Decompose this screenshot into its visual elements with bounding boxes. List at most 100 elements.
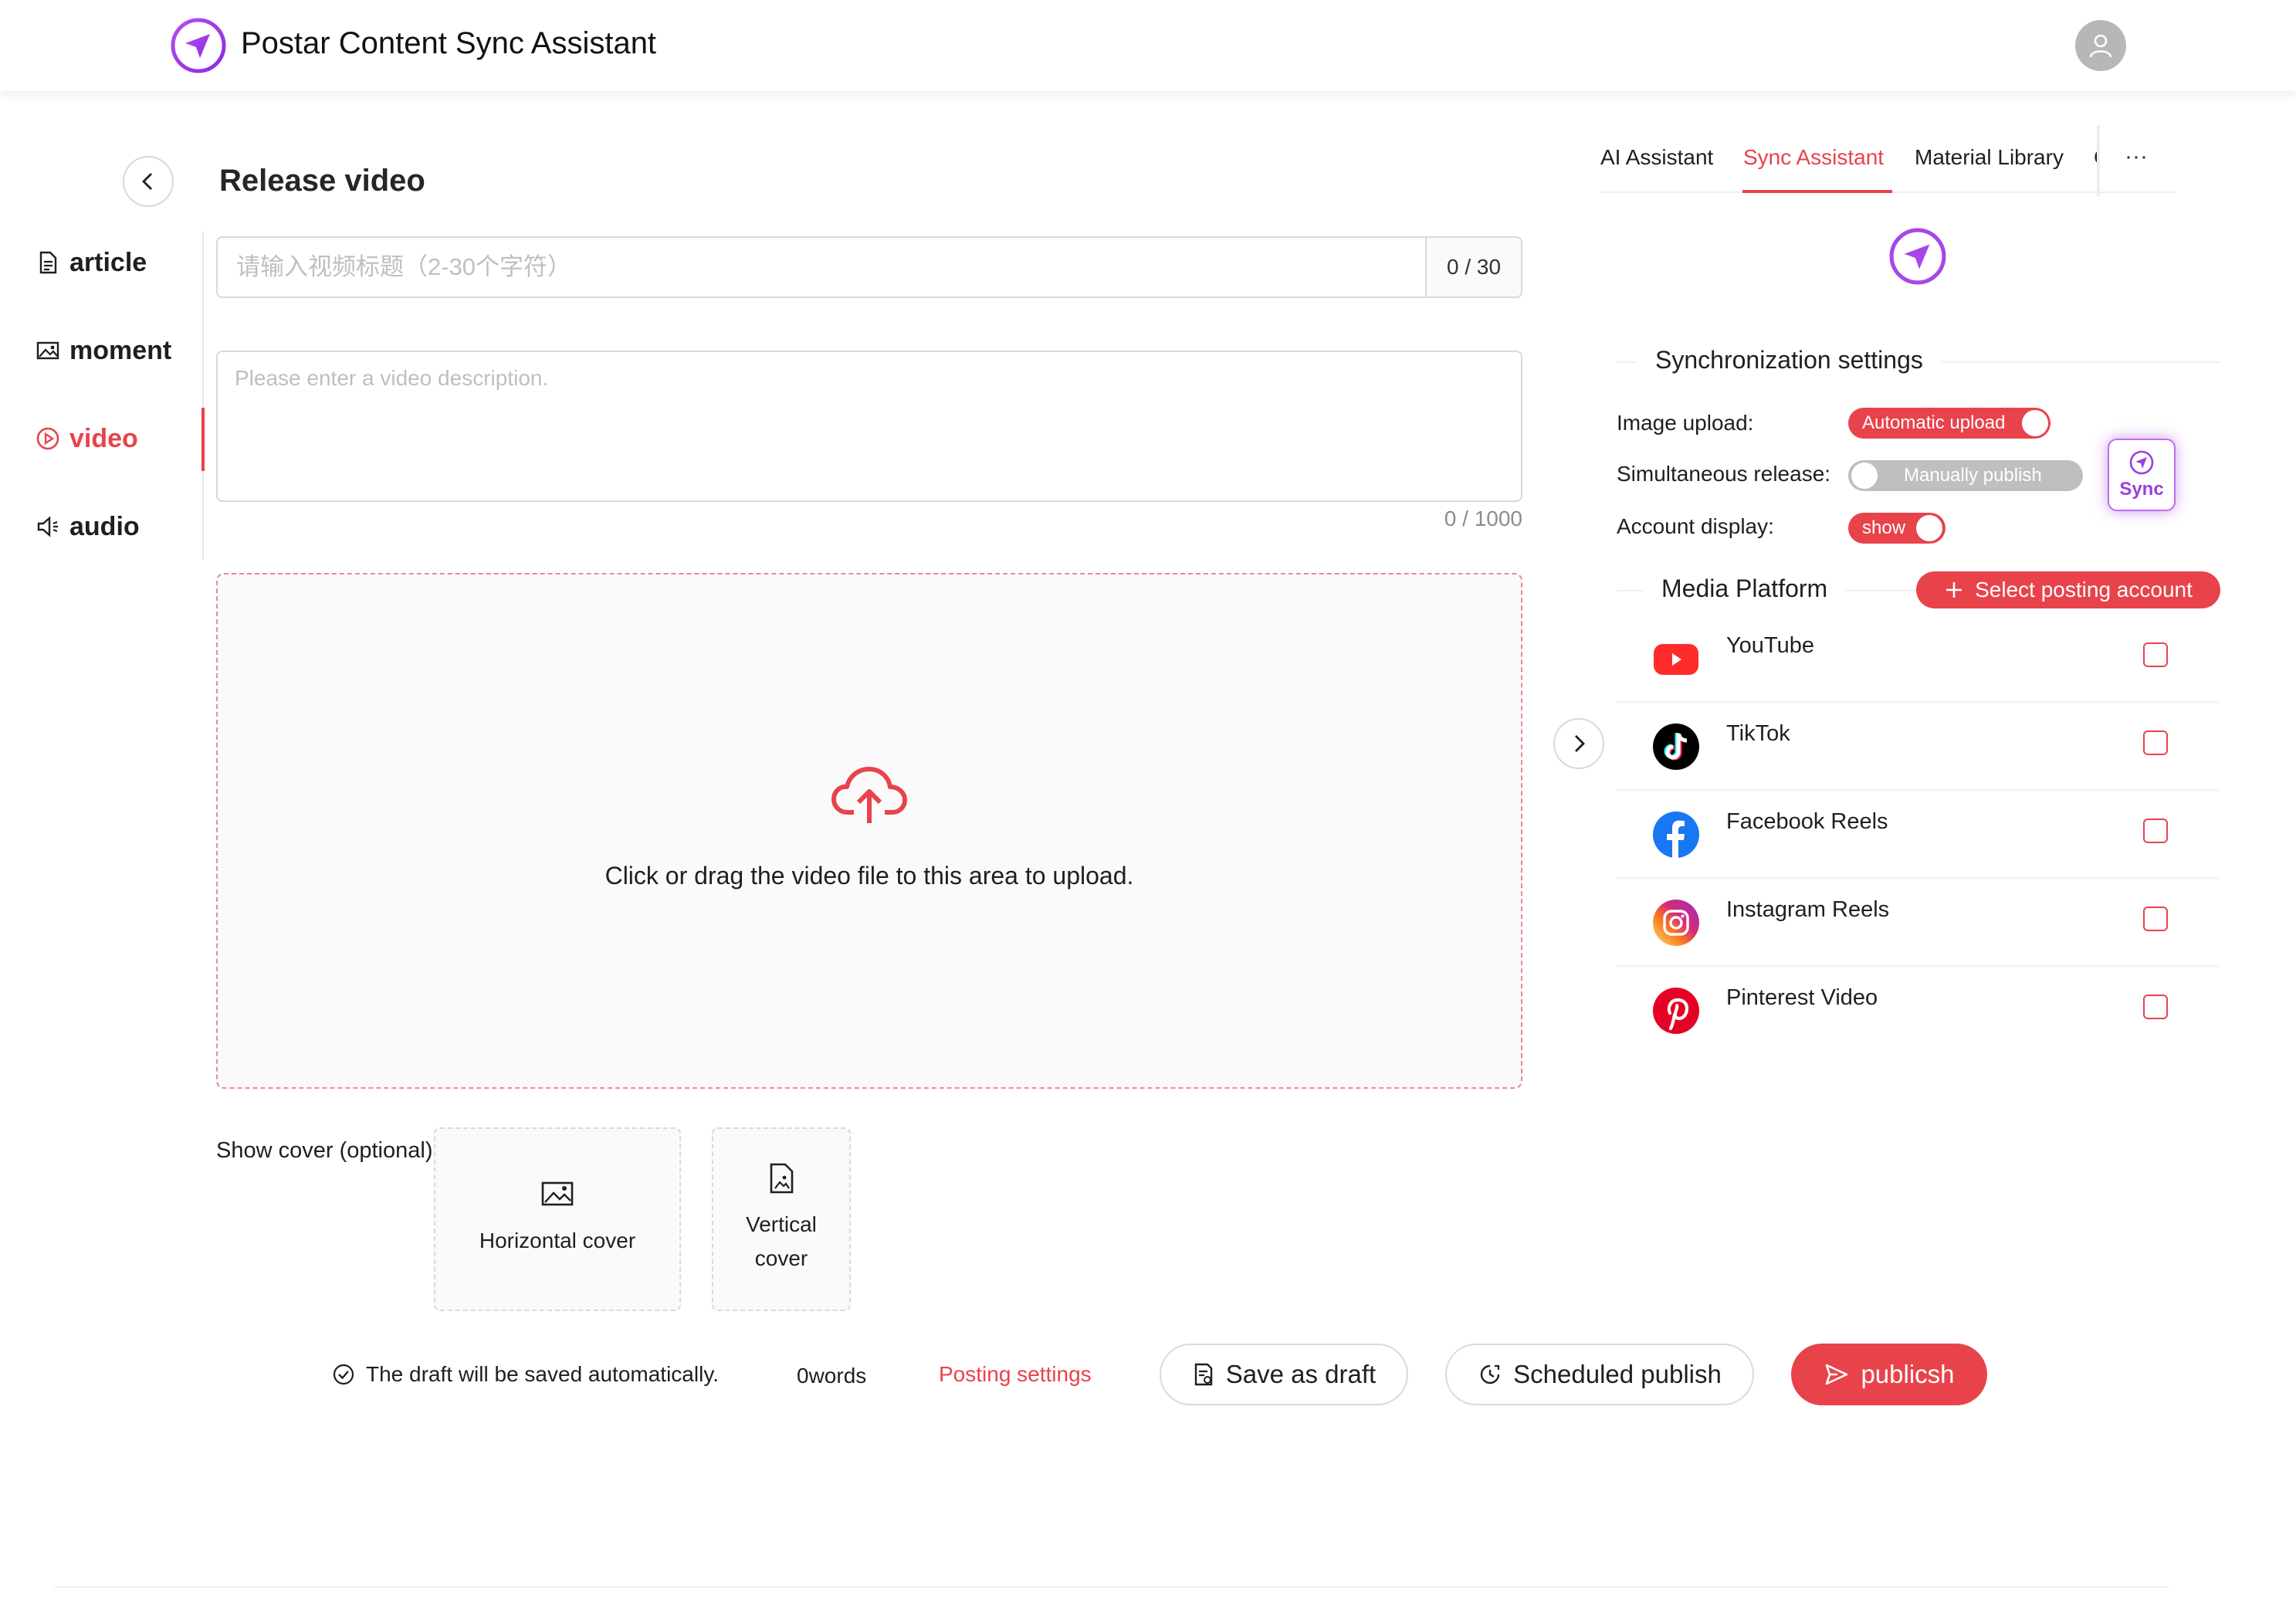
- tab-sync-assistant[interactable]: Sync Assistant: [1743, 145, 1884, 170]
- platform-row-tiktok[interactable]: TikTok: [1617, 703, 2219, 791]
- sidebar-item-audio[interactable]: audio: [36, 503, 140, 550]
- instagram-icon: [1653, 900, 1699, 946]
- platform-checkbox[interactable]: [2143, 642, 2168, 667]
- check-circle-icon: [333, 1364, 354, 1385]
- expand-panel-button[interactable]: [1553, 718, 1604, 769]
- back-button[interactable]: [123, 156, 174, 207]
- select-posting-account-button[interactable]: Select posting account: [1916, 571, 2220, 608]
- video-upload-dropzone[interactable]: [216, 573, 1522, 1089]
- video-description-field[interactable]: [216, 351, 1522, 502]
- chevron-right-icon: [1575, 735, 1585, 752]
- platform-row-youtube[interactable]: YouTube: [1617, 615, 2219, 703]
- paper-plane-icon: [1889, 228, 1946, 285]
- bottom-divider: [54, 1586, 2169, 1588]
- sidebar-item-label: article: [69, 247, 147, 277]
- description-char-count: 0 / 1000: [1444, 507, 1522, 530]
- title-char-count: 0 / 30: [1425, 238, 1521, 297]
- platform-name: YouTube: [1726, 633, 1814, 658]
- cloud-upload-icon[interactable]: [831, 764, 908, 826]
- upload-hint: Click or drag the video file to this are…: [604, 862, 1134, 890]
- video-title-input[interactable]: [218, 238, 1428, 297]
- more-tabs-button[interactable]: ···: [2125, 144, 2148, 170]
- video-title-field[interactable]: 0 / 30: [216, 236, 1522, 298]
- vertical-cover-upload[interactable]: Vertical cover: [712, 1127, 851, 1311]
- simultaneous-release-label: Simultaneous release:: [1617, 462, 1831, 486]
- cover-label: Show cover (optional): [216, 1138, 433, 1163]
- platform-name: Facebook Reels: [1726, 809, 1888, 834]
- horizontal-cover-upload[interactable]: Horizontal cover: [434, 1127, 681, 1311]
- vertical-cover-label-1: Vertical: [746, 1212, 817, 1236]
- tab-material-library[interactable]: Material Library: [1915, 145, 2064, 170]
- play-circle-icon: [36, 427, 59, 450]
- save-draft-label: Save as draft: [1225, 1360, 1377, 1388]
- app-title: Postar Content Sync Assistant: [241, 26, 657, 60]
- toggle-knob: [2022, 410, 2048, 436]
- account-display-toggle[interactable]: show: [1848, 513, 1946, 544]
- posting-settings-link[interactable]: Posting settings: [939, 1362, 1092, 1387]
- save-draft-button[interactable]: Save as draft: [1160, 1344, 1408, 1405]
- sidebar-item-moment[interactable]: moment: [36, 327, 171, 374]
- platform-name: Instagram Reels: [1726, 897, 1890, 922]
- platform-row-instagram-reels[interactable]: Instagram Reels: [1617, 879, 2219, 967]
- image-upload-toggle[interactable]: Automatic upload: [1848, 408, 2050, 439]
- platform-row-pinterest-video[interactable]: Pinterest Video: [1617, 967, 2219, 1055]
- speaker-icon: [37, 516, 58, 537]
- platform-checkbox[interactable]: [2143, 818, 2168, 843]
- simultaneous-release-toggle[interactable]: Manually publish: [1848, 460, 2083, 491]
- account-display-label: Account display:: [1617, 514, 1774, 538]
- sidebar-item-label: video: [69, 423, 138, 453]
- publish-button[interactable]: publicsh: [1791, 1344, 1987, 1405]
- scheduled-publish-button[interactable]: Scheduled publish: [1445, 1344, 1754, 1405]
- select-account-label: Select posting account: [1975, 578, 2193, 602]
- image-file-icon: [770, 1163, 794, 1194]
- auto-save-text: The draft will be saved automatically.: [366, 1362, 720, 1386]
- auto-save-status: The draft will be saved automatically.: [332, 1362, 719, 1387]
- platform-row-facebook-reels[interactable]: Facebook Reels: [1617, 791, 2219, 879]
- sidebar-active-indicator: [201, 408, 205, 471]
- pinterest-icon: [1653, 988, 1699, 1034]
- video-description-input[interactable]: [218, 352, 1521, 500]
- scheduled-publish-label: Scheduled publish: [1513, 1360, 1722, 1388]
- platform-name: TikTok: [1726, 721, 1790, 746]
- sync-label: Sync: [2119, 479, 2164, 500]
- sidebar-item-video[interactable]: video: [36, 415, 138, 462]
- horizontal-cover-label: Horizontal cover: [479, 1229, 636, 1252]
- active-tab-underline: [1742, 190, 1892, 193]
- page-title: Release video: [219, 164, 425, 198]
- toggle-knob: [1851, 463, 1878, 489]
- toggle-label: show: [1862, 517, 1906, 538]
- platform-checkbox[interactable]: [2143, 995, 2168, 1019]
- send-icon: [1826, 1364, 1848, 1385]
- sidebar-divider: [202, 232, 204, 560]
- toggle-label: Automatic upload: [1862, 412, 2006, 433]
- chevron-left-icon: [142, 173, 152, 190]
- plus-icon: [1946, 582, 1962, 598]
- image-icon: [541, 1181, 574, 1206]
- paper-plane-icon[interactable]: [170, 17, 227, 74]
- image-upload-label: Image upload:: [1617, 411, 1754, 435]
- media-platform-title: Media Platform: [1643, 574, 1847, 603]
- tab-separator: [2097, 125, 2100, 196]
- draft-icon: [1194, 1363, 1212, 1386]
- facebook-icon: [1653, 812, 1699, 858]
- paper-plane-icon: [2129, 450, 2154, 475]
- sidebar-item-label: moment: [69, 335, 172, 365]
- sync-settings-title: Synchronization settings: [1637, 346, 1942, 374]
- tab-ai-assistant[interactable]: AI Assistant: [1600, 145, 1713, 170]
- platform-checkbox[interactable]: [2143, 730, 2168, 755]
- publish-label: publicsh: [1861, 1360, 1955, 1388]
- toggle-knob: [1916, 515, 1942, 541]
- clock-icon: [1480, 1364, 1500, 1384]
- sidebar-item-label: audio: [69, 511, 140, 541]
- sidebar-item-article[interactable]: article: [36, 239, 147, 286]
- vertical-cover-label-2: cover: [754, 1246, 808, 1270]
- user-icon: [2089, 34, 2112, 58]
- platform-name: Pinterest Video: [1726, 985, 1878, 1010]
- youtube-icon: [1654, 644, 1698, 675]
- toggle-label: Manually publish: [1904, 465, 2042, 486]
- sync-button[interactable]: Sync: [2108, 439, 2176, 511]
- avatar[interactable]: [2075, 20, 2126, 71]
- tiktok-icon: [1653, 724, 1699, 770]
- image-icon: [36, 341, 59, 360]
- platform-checkbox[interactable]: [2143, 907, 2168, 931]
